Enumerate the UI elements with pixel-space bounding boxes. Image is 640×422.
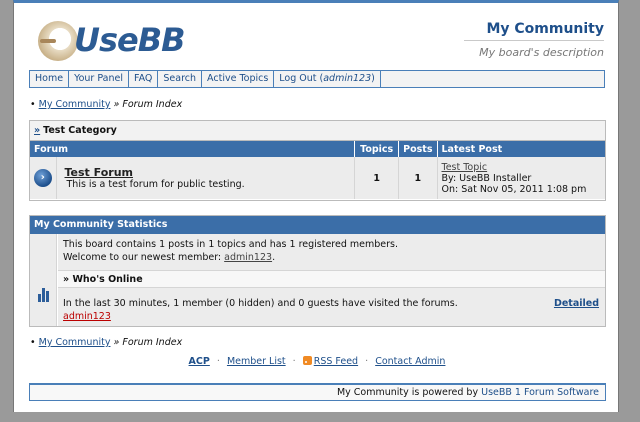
category-header: » Test Category	[30, 121, 605, 141]
col-posts: Posts	[398, 141, 438, 157]
category-arrow-link[interactable]: »	[34, 125, 40, 136]
stats-newest-member: Welcome to our newest member: admin123.	[63, 252, 276, 263]
menu-search[interactable]: Search	[158, 71, 203, 87]
menu-faq[interactable]: FAQ	[129, 71, 159, 87]
contact-admin-link[interactable]: Contact Admin	[375, 356, 445, 367]
usebb-logo[interactable]: UseBB	[38, 17, 188, 67]
footer-links: ACP · Member List · RSS Feed · Contact A…	[14, 356, 620, 367]
menu-active-topics[interactable]: Active Topics	[202, 71, 275, 87]
statistics-box: My Community Statistics This board conta…	[29, 215, 606, 327]
newest-member-link[interactable]: admin123	[224, 252, 272, 263]
statistics-header: My Community Statistics	[30, 216, 605, 234]
whos-online-header: » Who's Online	[58, 270, 605, 288]
col-latest-post: Latest Post	[437, 141, 605, 157]
forum-name-link[interactable]: Test Forum	[65, 166, 354, 179]
online-user-link[interactable]: admin123	[63, 311, 111, 322]
forum-table: Forum Topics Posts Latest Post › Test Fo…	[30, 141, 605, 199]
breadcrumb-bullet: •	[30, 337, 36, 348]
breadcrumb-current: Forum Index	[122, 337, 183, 348]
forum-topics-count: 1	[354, 157, 400, 199]
menu-logout[interactable]: Log Out (admin123)	[274, 71, 381, 87]
board-description: My board's description	[479, 46, 604, 59]
header: UseBB My Community My board's descriptio…	[14, 3, 618, 69]
statistics-bar-icon	[38, 288, 50, 302]
footer-separator: ·	[365, 356, 369, 367]
stats-summary: This board contains 1 posts in 1 topics …	[63, 239, 399, 250]
footer-separator: ·	[292, 356, 296, 367]
breadcrumb-separator: »	[113, 337, 120, 348]
breadcrumb-home-link[interactable]: My Community	[39, 337, 111, 348]
logo-text: UseBB	[74, 21, 186, 59]
forum-description: This is a test forum for public testing.	[66, 179, 245, 190]
detailed-link[interactable]: Detailed	[554, 298, 599, 309]
board-title[interactable]: My Community	[486, 21, 604, 37]
last-post-date: On: Sat Nov 05, 2011 1:08 pm	[441, 183, 587, 195]
forum-status-icon: ›	[33, 169, 52, 187]
usebb-link[interactable]: UseBB 1 Forum Software	[481, 387, 599, 398]
breadcrumb-separator: »	[113, 99, 120, 110]
logout-label: Log Out (	[279, 73, 324, 84]
footer-separator: ·	[216, 356, 220, 367]
main-menu: Home Your Panel FAQ Search Active Topics…	[29, 70, 605, 88]
breadcrumb-current: Forum Index	[122, 99, 183, 110]
menu-home[interactable]: Home	[30, 71, 70, 87]
breadcrumb-bullet: •	[30, 99, 36, 110]
breadcrumb: • My Community » Forum Index	[30, 99, 182, 110]
menu-your-panel[interactable]: Your Panel	[69, 71, 129, 87]
powered-by-bar: My Community is powered by UseBB 1 Forum…	[29, 383, 606, 401]
title-divider	[464, 40, 604, 41]
powered-by-text: My Community is powered by	[336, 387, 482, 398]
col-topics: Topics	[354, 141, 400, 157]
online-summary: In the last 30 minutes, 1 member (0 hidd…	[63, 298, 458, 309]
member-list-link[interactable]: Member List	[227, 356, 286, 367]
col-forum: Forum	[30, 141, 356, 157]
rss-icon	[302, 356, 312, 365]
category-box: » Test Category Forum Topics Posts Latest…	[29, 120, 606, 201]
last-post-author: By: UseBB Installer	[441, 172, 532, 184]
rss-feed-link[interactable]: RSS Feed	[314, 356, 358, 367]
breadcrumb-bottom: • My Community » Forum Index	[30, 337, 182, 348]
breadcrumb-home-link[interactable]: My Community	[39, 99, 111, 110]
forum-posts-count: 1	[398, 157, 438, 199]
logout-close: )	[371, 73, 375, 84]
logout-user: admin123	[323, 73, 372, 84]
acp-link[interactable]: ACP	[189, 356, 210, 367]
logo-dash-icon	[40, 39, 56, 43]
page-frame: UseBB My Community My board's descriptio…	[13, 0, 619, 412]
last-topic-link[interactable]: Test Topic	[442, 162, 488, 173]
category-name: Test Category	[43, 125, 117, 136]
forum-row: › Test Forum This is a test forum for pu…	[30, 157, 605, 199]
